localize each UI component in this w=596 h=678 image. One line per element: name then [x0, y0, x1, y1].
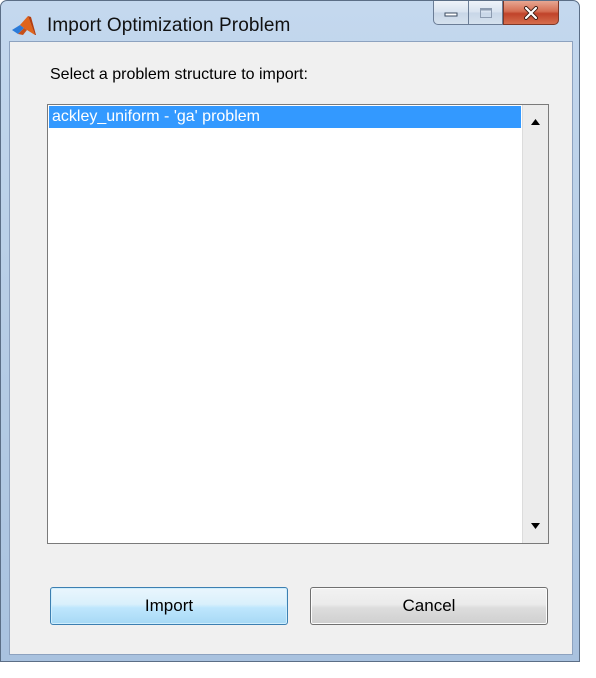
- dialog-window: Import Optimization Problem Select a pro…: [0, 0, 580, 662]
- scroll-down-button[interactable]: [523, 515, 548, 537]
- minimize-icon: [444, 12, 458, 16]
- title-bar[interactable]: Import Optimization Problem: [1, 1, 579, 41]
- scroll-up-button[interactable]: [523, 111, 548, 133]
- close-button[interactable]: [503, 1, 559, 25]
- window-controls: [433, 1, 559, 25]
- problem-listbox[interactable]: ackley_uniform - 'ga' problem: [47, 104, 549, 544]
- prompt-label: Select a problem structure to import:: [50, 66, 308, 83]
- import-button[interactable]: Import: [50, 587, 288, 625]
- matlab-icon: [12, 16, 36, 35]
- arrow-up-icon: [531, 119, 540, 125]
- cancel-button[interactable]: Cancel: [310, 587, 548, 625]
- minimize-button[interactable]: [433, 1, 468, 25]
- close-icon: [524, 5, 538, 20]
- list-item[interactable]: ackley_uniform - 'ga' problem: [49, 106, 521, 128]
- arrow-down-icon: [531, 523, 540, 529]
- maximize-button[interactable]: [468, 1, 503, 25]
- vertical-scrollbar[interactable]: [522, 105, 548, 543]
- maximize-icon: [479, 7, 492, 18]
- window-title: Import Optimization Problem: [47, 15, 291, 36]
